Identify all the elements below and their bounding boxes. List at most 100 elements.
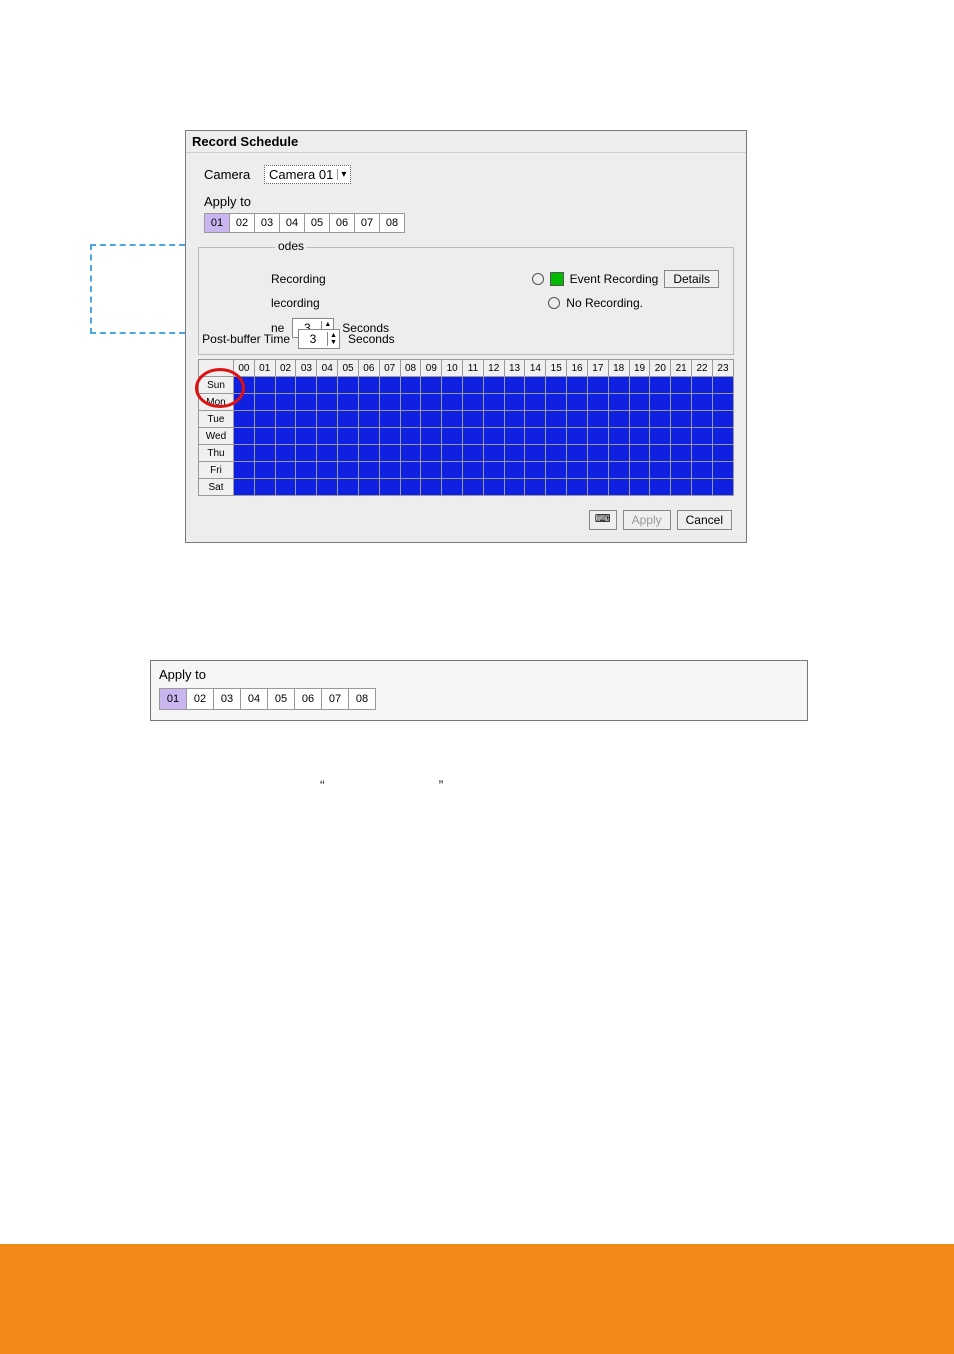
schedule-cell[interactable] (650, 479, 671, 496)
schedule-cell[interactable] (317, 428, 338, 445)
schedule-cell[interactable] (546, 479, 567, 496)
event-recording-radio[interactable] (532, 273, 544, 285)
apply-cell[interactable]: 01 (204, 213, 230, 233)
schedule-cell[interactable] (254, 445, 275, 462)
schedule-cell[interactable] (463, 445, 484, 462)
schedule-cell[interactable] (463, 394, 484, 411)
schedule-cell[interactable] (379, 411, 400, 428)
schedule-cell[interactable] (650, 462, 671, 479)
schedule-cell[interactable] (692, 462, 713, 479)
schedule-cell[interactable] (567, 394, 588, 411)
schedule-cell[interactable] (504, 377, 525, 394)
schedule-cell[interactable] (254, 394, 275, 411)
schedule-cell[interactable] (692, 479, 713, 496)
schedule-cell[interactable] (650, 377, 671, 394)
schedule-cell[interactable] (421, 377, 442, 394)
schedule-cell[interactable] (525, 462, 546, 479)
schedule-cell[interactable] (692, 394, 713, 411)
schedule-cell[interactable] (608, 462, 629, 479)
schedule-cell[interactable] (692, 377, 713, 394)
schedule-cell[interactable] (421, 411, 442, 428)
schedule-cell[interactable] (233, 462, 254, 479)
post-buffer-stepper[interactable]: ▲▼ (298, 329, 340, 349)
schedule-cell[interactable] (587, 377, 608, 394)
schedule-cell[interactable] (567, 377, 588, 394)
apply-cell[interactable]: 05 (267, 688, 295, 710)
schedule-cell[interactable] (608, 377, 629, 394)
schedule-cell[interactable] (546, 445, 567, 462)
schedule-cell[interactable] (525, 411, 546, 428)
apply-cell[interactable]: 04 (240, 688, 268, 710)
apply-cell[interactable]: 07 (321, 688, 349, 710)
schedule-cell[interactable] (671, 445, 692, 462)
apply-cell[interactable]: 07 (354, 213, 380, 233)
schedule-cell[interactable] (567, 445, 588, 462)
schedule-cell[interactable] (483, 428, 504, 445)
schedule-cell[interactable] (421, 445, 442, 462)
schedule-cell[interactable] (650, 428, 671, 445)
schedule-cell[interactable] (546, 411, 567, 428)
schedule-cell[interactable] (233, 411, 254, 428)
schedule-cell[interactable] (296, 411, 317, 428)
schedule-cell[interactable] (587, 394, 608, 411)
schedule-cell[interactable] (629, 394, 650, 411)
schedule-cell[interactable] (525, 428, 546, 445)
schedule-cell[interactable] (400, 428, 421, 445)
schedule-cell[interactable] (629, 462, 650, 479)
schedule-cell[interactable] (233, 428, 254, 445)
schedule-cell[interactable] (504, 428, 525, 445)
schedule-cell[interactable] (275, 411, 296, 428)
schedule-cell[interactable] (712, 445, 733, 462)
schedule-cell[interactable] (712, 479, 733, 496)
schedule-cell[interactable] (338, 394, 359, 411)
schedule-cell[interactable] (629, 428, 650, 445)
schedule-cell[interactable] (567, 428, 588, 445)
schedule-cell[interactable] (587, 479, 608, 496)
schedule-cell[interactable] (712, 462, 733, 479)
schedule-cell[interactable] (712, 428, 733, 445)
apply-cell[interactable]: 04 (279, 213, 305, 233)
schedule-cell[interactable] (358, 462, 379, 479)
schedule-cell[interactable] (233, 479, 254, 496)
schedule-cell[interactable] (338, 479, 359, 496)
stepper-down-icon[interactable]: ▼ (328, 339, 339, 346)
schedule-cell[interactable] (338, 377, 359, 394)
schedule-cell[interactable] (317, 445, 338, 462)
apply-cell[interactable]: 08 (379, 213, 405, 233)
schedule-cell[interactable] (483, 445, 504, 462)
schedule-cell[interactable] (671, 462, 692, 479)
schedule-cell[interactable] (650, 394, 671, 411)
apply-cell[interactable]: 03 (213, 688, 241, 710)
schedule-cell[interactable] (608, 411, 629, 428)
schedule-cell[interactable] (358, 411, 379, 428)
schedule-cell[interactable] (608, 428, 629, 445)
schedule-cell[interactable] (442, 394, 463, 411)
schedule-cell[interactable] (338, 411, 359, 428)
schedule-cell[interactable] (712, 377, 733, 394)
schedule-cell[interactable] (275, 479, 296, 496)
keyboard-icon[interactable]: ⌨ (589, 510, 617, 530)
schedule-cell[interactable] (442, 445, 463, 462)
schedule-cell[interactable] (504, 445, 525, 462)
schedule-cell[interactable] (483, 377, 504, 394)
stepper-up-icon[interactable]: ▲ (322, 321, 333, 328)
schedule-cell[interactable] (233, 445, 254, 462)
schedule-cell[interactable] (317, 479, 338, 496)
schedule-cell[interactable] (296, 479, 317, 496)
schedule-cell[interactable] (629, 479, 650, 496)
schedule-cell[interactable] (671, 479, 692, 496)
schedule-cell[interactable] (338, 445, 359, 462)
schedule-cell[interactable] (692, 411, 713, 428)
schedule-cell[interactable] (275, 462, 296, 479)
schedule-cell[interactable] (650, 411, 671, 428)
schedule-cell[interactable] (379, 377, 400, 394)
schedule-cell[interactable] (379, 394, 400, 411)
schedule-cell[interactable] (712, 411, 733, 428)
schedule-cell[interactable] (358, 428, 379, 445)
schedule-cell[interactable] (296, 462, 317, 479)
schedule-cell[interactable] (400, 462, 421, 479)
schedule-cell[interactable] (546, 394, 567, 411)
schedule-cell[interactable] (463, 411, 484, 428)
schedule-cell[interactable] (379, 445, 400, 462)
schedule-cell[interactable] (608, 394, 629, 411)
